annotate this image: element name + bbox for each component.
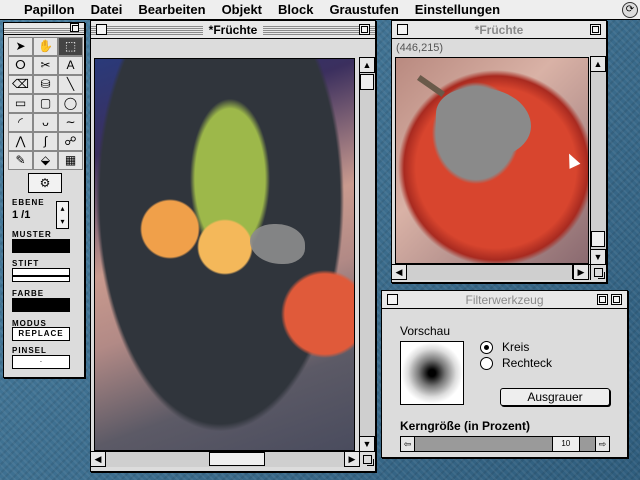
- zoom-window-title: *Früchte: [468, 21, 530, 38]
- mouse-cursor-icon: [563, 151, 581, 169]
- menu-graustufen[interactable]: Graustufen: [321, 2, 406, 17]
- fill-icon[interactable]: ⬙: [33, 151, 58, 170]
- zoom-scroll-down-arrow[interactable]: ▼: [590, 249, 606, 265]
- stift-swatch[interactable]: [12, 268, 70, 282]
- radio-rechteck-label[interactable]: Rechteck: [502, 356, 552, 370]
- ausgrauer-button[interactable]: Ausgrauer: [500, 388, 610, 406]
- menu-bearbeiten[interactable]: Bearbeiten: [130, 2, 213, 17]
- main-horizontal-scrollbar[interactable]: ◀ ▶: [90, 451, 360, 467]
- main-scroll-up-arrow[interactable]: ▲: [359, 57, 375, 73]
- main-close-box[interactable]: [96, 24, 107, 35]
- line-icon[interactable]: ╲: [58, 75, 83, 94]
- arrow-icon[interactable]: ➤: [8, 37, 33, 56]
- eraser-icon[interactable]: ⌫: [8, 75, 33, 94]
- main-window-titlebar[interactable]: *Früchte: [91, 21, 375, 39]
- pinsel-selector[interactable]: ·: [12, 355, 70, 369]
- lasso-icon[interactable]: ⵔ: [8, 56, 33, 75]
- polygon-icon[interactable]: ⋀: [8, 132, 33, 151]
- menu-datei[interactable]: Datei: [83, 2, 131, 17]
- main-zoom-box[interactable]: [359, 24, 370, 35]
- slider-thumb[interactable]: 10: [551, 437, 580, 451]
- menu-einstellungen[interactable]: Einstellungen: [407, 2, 508, 17]
- zoomed-gray-area: [436, 88, 531, 158]
- hand-icon[interactable]: ✋: [33, 37, 58, 56]
- scissors-icon[interactable]: ✂: [33, 56, 58, 75]
- menu-block[interactable]: Block: [270, 2, 321, 17]
- stamp-icon[interactable]: ⚙: [28, 173, 62, 193]
- muster-label: MUSTER: [12, 230, 52, 239]
- bucket-icon[interactable]: ⛁: [33, 75, 58, 94]
- ebene-value: 1 /1: [12, 209, 31, 221]
- filter-dialog-title: Filterwerkzeug: [459, 291, 550, 308]
- radio-kreis[interactable]: [480, 341, 493, 354]
- grayed-patch: [250, 224, 305, 264]
- tool-palette: ➤ ✋ ⬚ ⵔ ✂ A ⌫ ⛁ ╲ ▭ ▢ ◯ ◜ ᴗ ∼ ⋀ ∫ ☍ ✎ ⬙ ▦ ⚙ EBENE 1 /1 ▴ ▾ MU…: [3, 22, 85, 378]
- palette-zoom-box[interactable]: [70, 23, 79, 32]
- filter-dialog-titlebar[interactable]: Filterwerkzeug: [382, 291, 627, 309]
- eyedropper-icon[interactable]: ✎: [8, 151, 33, 170]
- ellipse-icon[interactable]: ◯: [58, 94, 83, 113]
- smudge-icon[interactable]: ☍: [58, 132, 83, 151]
- main-image-window: *Früchte ▲ ▼ ◀ ▶: [90, 20, 376, 472]
- freehand-icon[interactable]: ∼: [58, 113, 83, 132]
- zoom-scroll-left-arrow[interactable]: ◀: [391, 264, 407, 280]
- main-hscroll-thumb[interactable]: [209, 452, 265, 466]
- pinsel-label: PINSEL: [12, 346, 47, 355]
- kerngroesse-slider[interactable]: ⇦ 10 ⇨: [400, 436, 610, 452]
- stift-line: [13, 275, 69, 277]
- modus-selector[interactable]: REPLACE: [12, 327, 70, 341]
- zoom-horizontal-scrollbar[interactable]: ◀ ▶: [391, 264, 590, 280]
- filter-collapse-box[interactable]: [611, 294, 622, 305]
- main-vscroll-thumb[interactable]: [360, 74, 374, 90]
- main-scroll-right-arrow[interactable]: ▶: [344, 451, 360, 467]
- rectangle-icon[interactable]: ▭: [8, 94, 33, 113]
- arc-icon[interactable]: ◜: [8, 113, 33, 132]
- farbe-swatch[interactable]: [12, 298, 70, 312]
- radio-kreis-label[interactable]: Kreis: [502, 340, 529, 354]
- zoom-vertical-scrollbar[interactable]: ▲ ▼: [590, 56, 606, 265]
- zoom-window-titlebar[interactable]: *Früchte: [392, 21, 606, 39]
- main-scroll-down-arrow[interactable]: ▼: [359, 436, 375, 452]
- main-vertical-scrollbar[interactable]: ▲ ▼: [359, 57, 375, 452]
- main-scroll-left-arrow[interactable]: ◀: [90, 451, 106, 467]
- ebene-stepper[interactable]: ▴ ▾: [56, 201, 69, 229]
- preview-label: Vorschau: [400, 324, 451, 338]
- filter-close-box[interactable]: [387, 294, 398, 305]
- menu-papillon[interactable]: Papillon: [0, 2, 83, 17]
- slider-left-arrow[interactable]: ⇦: [401, 437, 415, 451]
- ebene-label: EBENE: [12, 198, 45, 207]
- stift-label: STIFT: [12, 259, 40, 268]
- menu-bar: Papillon Datei Bearbeiten Objekt Block G…: [0, 0, 640, 20]
- main-window-title: *Früchte: [202, 21, 264, 38]
- zoom-size-box[interactable]: [590, 264, 606, 280]
- filter-zoom-box[interactable]: [597, 294, 608, 305]
- zoom-zoom-box[interactable]: [590, 24, 601, 35]
- coordinate-readout: (446,215): [396, 42, 444, 54]
- zoom-scroll-right-arrow[interactable]: ▶: [573, 264, 589, 280]
- marquee-icon[interactable]: ⬚: [58, 37, 83, 56]
- fruit-photo[interactable]: [94, 58, 355, 451]
- zoom-window: *Früchte (446,215) ▲ ▼ ◀ ▶: [391, 20, 607, 283]
- radio-rechteck[interactable]: [480, 357, 493, 370]
- menu-objekt[interactable]: Objekt: [214, 2, 270, 17]
- slider-right-arrow[interactable]: ⇨: [595, 437, 609, 451]
- rounded-rect-icon[interactable]: ▢: [33, 94, 58, 113]
- zoom-vscroll-thumb[interactable]: [591, 231, 605, 247]
- filter-dialog: Filterwerkzeug Vorschau Kreis Rechteck A…: [381, 290, 628, 458]
- brush-icon[interactable]: ᴗ: [33, 113, 58, 132]
- main-size-box[interactable]: [359, 451, 375, 467]
- filter-preview: [400, 341, 464, 405]
- farbe-label: FARBE: [12, 289, 45, 298]
- text-icon[interactable]: A: [58, 56, 83, 75]
- zoom-scroll-up-arrow[interactable]: ▲: [590, 56, 606, 72]
- kerngroesse-label: Kerngröße (in Prozent): [400, 419, 531, 433]
- switcher-icon[interactable]: ⟳: [622, 2, 638, 18]
- zoom-close-box[interactable]: [397, 24, 408, 35]
- muster-swatch[interactable]: [12, 239, 70, 253]
- gradient-icon[interactable]: ▦: [58, 151, 83, 170]
- apple-stem: [416, 74, 446, 98]
- curve-icon[interactable]: ∫: [33, 132, 58, 151]
- zoomed-photo[interactable]: [395, 57, 589, 264]
